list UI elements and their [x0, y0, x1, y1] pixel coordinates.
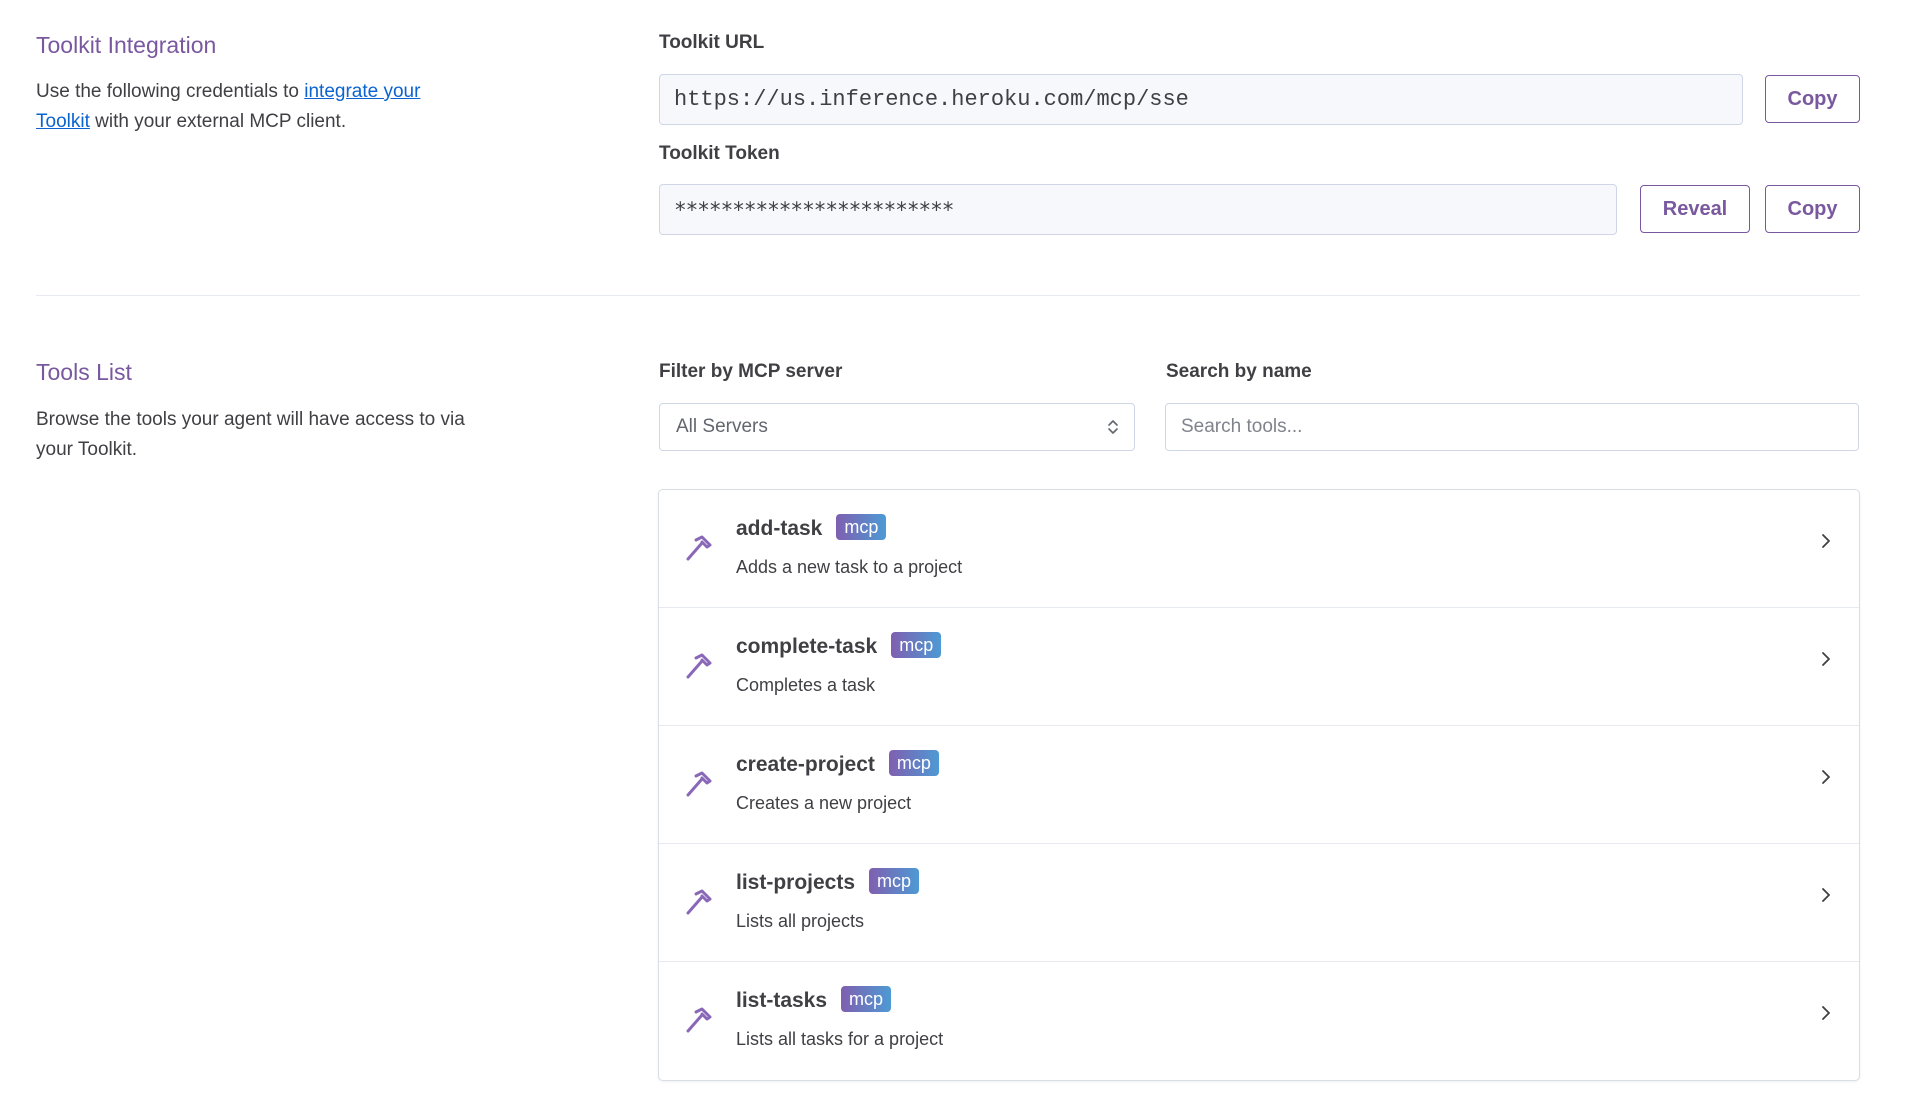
tools-list: add-task mcp Adds a new task to a project…	[658, 489, 1860, 1081]
chevron-right-icon	[1822, 770, 1830, 784]
hammer-icon	[686, 535, 712, 561]
tool-description: Creates a new project	[736, 793, 912, 813]
tool-row-list-projects[interactable]: list-projects mcp Lists all projects	[659, 844, 1859, 962]
chevron-right-icon	[1822, 1006, 1830, 1020]
mcp-badge: mcp	[841, 986, 892, 1012]
tool-description: Completes a task	[736, 675, 876, 695]
tool-name: list-tasks	[736, 989, 828, 1012]
mcp-badge: mcp	[891, 632, 942, 658]
section-divider	[36, 295, 1860, 296]
mcp-server-select[interactable]: All Servers	[659, 403, 1135, 451]
toolkit-settings-page: Toolkit Integration Use the following cr…	[0, 0, 1912, 1116]
mcp-badge: mcp	[869, 868, 920, 894]
hammer-icon	[686, 889, 712, 915]
toolkit-token-field[interactable]: ************************	[659, 184, 1617, 235]
tool-name: add-task	[736, 517, 823, 540]
tool-row-add-task[interactable]: add-task mcp Adds a new task to a project	[659, 490, 1859, 608]
tool-row-list-tasks[interactable]: list-tasks mcp Lists all tasks for a proj…	[659, 962, 1859, 1080]
tools-list-description: Browse the tools your agent will have ac…	[36, 409, 465, 460]
chevron-up-down-icon	[1108, 420, 1118, 434]
toolkit-token-label: Toolkit Token	[659, 143, 780, 164]
search-label: Search by name	[1166, 361, 1312, 382]
toolkit-url-label: Toolkit URL	[659, 32, 765, 53]
copy-url-button[interactable]: Copy	[1765, 75, 1860, 123]
chevron-right-icon	[1822, 534, 1830, 548]
chevron-right-icon	[1822, 888, 1830, 902]
tool-name: complete-task	[736, 635, 878, 658]
search-tools-input[interactable]	[1165, 403, 1859, 451]
hammer-icon	[686, 1007, 712, 1033]
tool-description: Lists all projects	[736, 911, 865, 931]
mcp-server-select-value: All Servers	[676, 416, 768, 437]
toolkit-integration-description: Use the following credentials to integra…	[36, 81, 421, 132]
toolkit-integration-title: Toolkit Integration	[36, 32, 217, 58]
toolkit-url-field[interactable]: https://us.inference.heroku.com/mcp/sse	[659, 74, 1743, 125]
hammer-icon	[686, 771, 712, 797]
tool-row-create-project[interactable]: create-project mcp Creates a new project	[659, 726, 1859, 844]
tool-row-complete-task[interactable]: complete-task mcp Completes a task	[659, 608, 1859, 726]
tool-name: list-projects	[736, 871, 856, 894]
reveal-token-button[interactable]: Reveal	[1640, 185, 1750, 233]
mcp-badge: mcp	[836, 514, 887, 540]
tools-list-title: Tools List	[36, 359, 132, 385]
mcp-badge: mcp	[888, 750, 939, 776]
hammer-icon	[686, 653, 712, 679]
copy-token-button[interactable]: Copy	[1765, 185, 1860, 233]
tool-description: Lists all tasks for a project	[736, 1029, 944, 1049]
tool-description: Adds a new task to a project	[736, 557, 963, 577]
filter-label: Filter by MCP server	[659, 361, 843, 382]
chevron-right-icon	[1822, 652, 1830, 666]
tool-name: create-project	[736, 753, 875, 776]
